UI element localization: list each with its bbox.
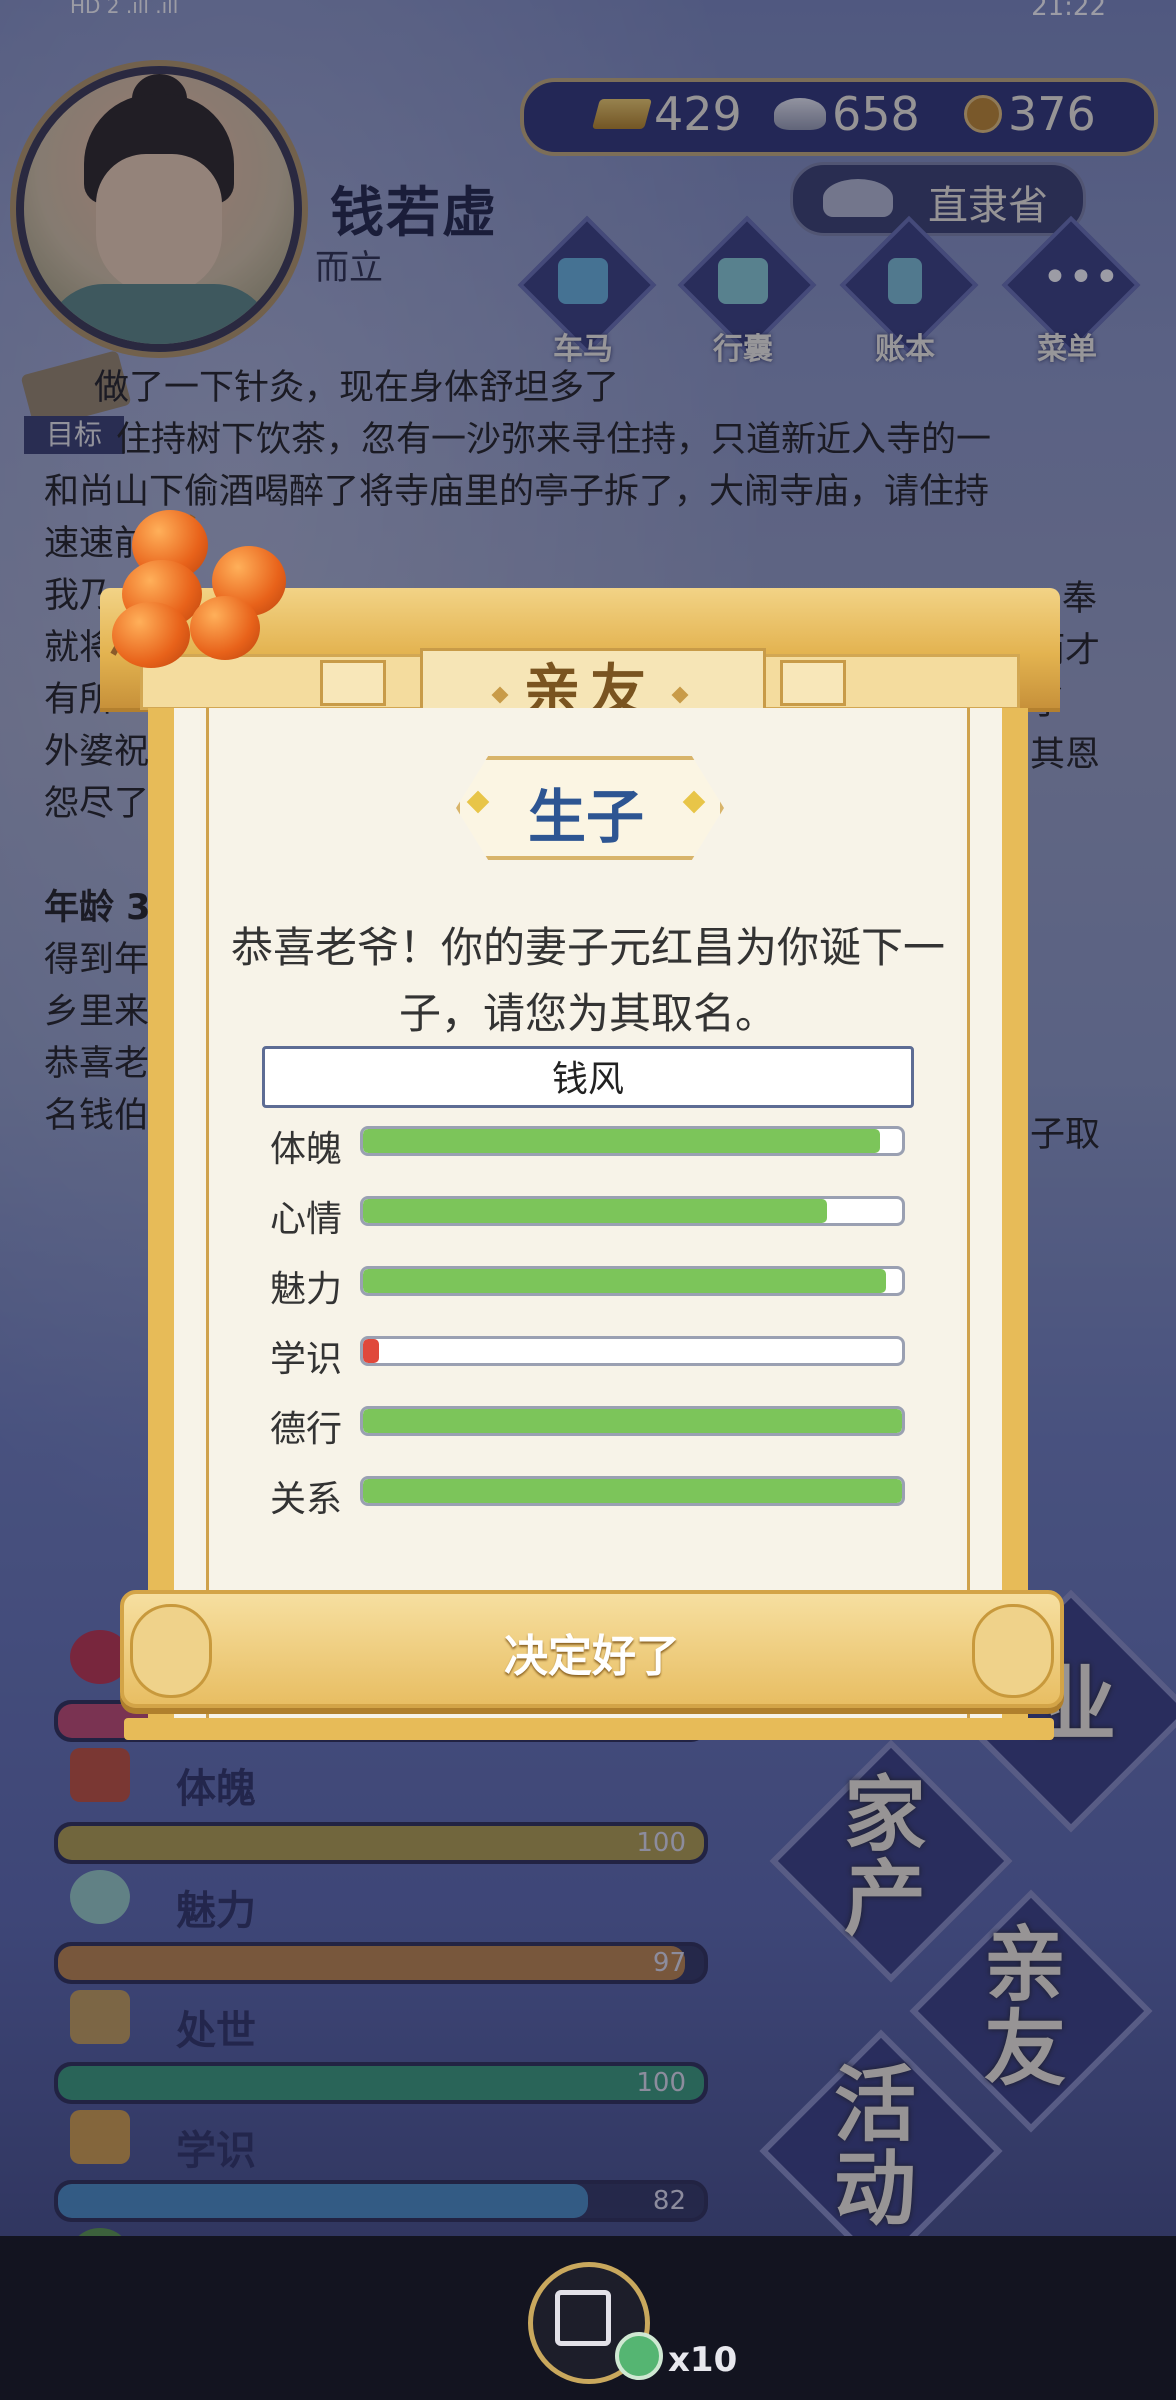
attribute-label: 体魄	[270, 1129, 343, 1170]
attribute-fill	[363, 1339, 380, 1363]
attribute-fill	[363, 1269, 886, 1293]
attribute-bar	[360, 1266, 905, 1296]
attribute-label: 德行	[270, 1409, 343, 1450]
hawthorn-berry-icon	[112, 602, 190, 668]
attribute-fill	[363, 1479, 902, 1503]
confirm-label: 决定好了	[504, 1631, 680, 1682]
jade-coin-icon	[615, 2332, 663, 2380]
attribute-label: 魅力	[270, 1269, 343, 1310]
attribute-fill	[363, 1129, 881, 1153]
attribute-bar	[360, 1196, 905, 1226]
share-icon	[555, 2290, 611, 2346]
event-message: 恭喜老爷！你的妻子元红昌为你诞下一子，请您为其取名。	[230, 923, 945, 1038]
attribute-bar	[360, 1406, 905, 1436]
attribute-label: 心情	[270, 1199, 343, 1240]
dialog-scroll-bottom	[124, 1718, 1054, 1740]
hawthorn-berry-icon	[190, 596, 260, 660]
child-name-input[interactable]: 钱风	[262, 1046, 914, 1108]
attribute-bar	[360, 1336, 905, 1366]
attribute-label: 学识	[270, 1339, 343, 1380]
event-title-plate: 生子	[456, 756, 724, 860]
share-reward-count: x10	[668, 2340, 738, 2380]
attribute-bar	[360, 1476, 905, 1506]
attribute-fill	[363, 1199, 827, 1223]
attribute-bar	[360, 1126, 905, 1156]
attribute-label: 关系	[270, 1479, 343, 1520]
event-title: 生子	[527, 783, 644, 851]
attribute-fill	[363, 1409, 902, 1433]
confirm-button[interactable]: 决定好了	[120, 1590, 1064, 1708]
